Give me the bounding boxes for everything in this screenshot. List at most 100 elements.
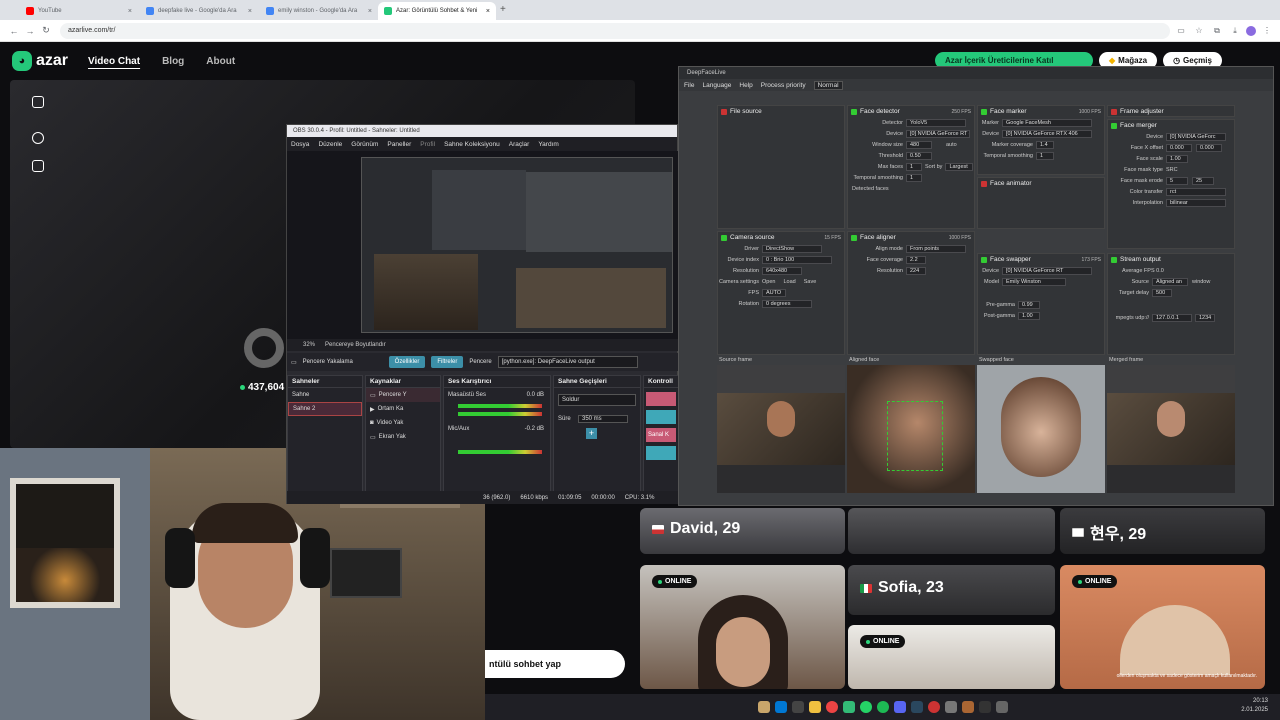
source-item[interactable]: ▭ Ekran Yak (366, 430, 440, 444)
address-input[interactable]: 127.0.0.1 (1152, 313, 1192, 322)
obs-icon[interactable] (927, 701, 940, 713)
face-scale-input[interactable]: 1.00 (1166, 154, 1188, 163)
fullscreen-icon[interactable] (32, 96, 44, 108)
menu-file[interactable]: Dosya (291, 141, 309, 148)
app-icon[interactable] (995, 701, 1008, 713)
load-button[interactable]: Load (783, 279, 795, 285)
profile-avatar[interactable] (1246, 25, 1256, 36)
threshold-input[interactable]: 0.50 (906, 151, 932, 160)
menu-docks[interactable]: Paneller (387, 141, 411, 148)
cast-icon[interactable]: ▭ (1174, 26, 1188, 35)
close-icon[interactable]: × (248, 8, 252, 15)
nav-about[interactable]: About (206, 56, 235, 67)
toggle-icon[interactable] (1111, 122, 1117, 129)
source-select[interactable]: Aligned an (1152, 277, 1188, 286)
coverage-input[interactable]: 1.4 (1036, 140, 1054, 149)
smoothing-input[interactable]: 1 (1036, 151, 1054, 160)
tab-azar[interactable]: Azar: Görüntülü Sohbet & Yeni × (378, 2, 496, 20)
toggle-icon[interactable] (1111, 256, 1117, 263)
source-item[interactable]: ▶ Ortam Ka (366, 402, 440, 416)
start-streaming-button[interactable] (646, 392, 676, 406)
toggle-icon[interactable] (981, 180, 987, 187)
menu-scene-collection[interactable]: Sahne Koleksiyonu (444, 141, 500, 148)
menu-process-priority[interactable]: Process priority (761, 82, 806, 89)
clock-time[interactable]: 20:13 (1190, 697, 1268, 706)
fps-input[interactable]: AUTO (762, 288, 786, 297)
mask-blur-input[interactable]: 25 (1192, 176, 1214, 185)
toggle-icon[interactable] (1111, 108, 1117, 115)
properties-button[interactable]: Özellikler (388, 356, 426, 368)
smoothing-input[interactable]: 1 (906, 173, 922, 182)
sort-by-select[interactable]: Largest (945, 162, 974, 171)
filters-button[interactable]: Filtreler (431, 356, 464, 368)
start-recording-button[interactable] (646, 410, 676, 424)
weather-icon[interactable] (757, 701, 770, 713)
resolution-select[interactable]: 640x480 (762, 266, 802, 275)
device-select[interactable]: [0] NVIDIA GeForce RTX 406 (1002, 129, 1092, 138)
window-select[interactable]: [python.exe]: DeepFaceLive output (497, 356, 638, 368)
search-icon[interactable] (791, 701, 804, 713)
priority-select[interactable]: Normal (813, 80, 843, 90)
device-index-select[interactable]: 0 : Brio 100 (762, 255, 832, 264)
driver-select[interactable]: DirectShow (762, 244, 822, 253)
folder-icon[interactable] (808, 701, 821, 713)
new-tab-button[interactable]: + (500, 4, 506, 15)
device-select[interactable]: [0] NVIDIA GeForce RT (1002, 266, 1092, 275)
app-icon[interactable] (944, 701, 957, 713)
profile-card-online-2[interactable]: ONLINE (848, 625, 1055, 689)
port-input[interactable]: 1234 (1195, 313, 1215, 322)
spotify-icon[interactable] (876, 701, 889, 713)
effects-icon[interactable] (32, 132, 44, 144)
pregamma-input[interactable]: 0.99 (1018, 300, 1040, 309)
reload-icon[interactable]: ↻ (38, 25, 54, 36)
transition-select[interactable]: Soldur (558, 394, 636, 406)
toggle-icon[interactable] (981, 256, 987, 263)
device-select[interactable]: [0] NVIDIA GeForce RT 40 (906, 129, 970, 138)
profile-card-blank[interactable] (848, 508, 1055, 554)
extensions-icon[interactable]: ⧉ (1210, 26, 1224, 36)
forward-icon[interactable]: → (22, 26, 38, 36)
device-select[interactable]: [0] NVIDIA GeForc (1166, 132, 1226, 141)
discord-icon[interactable] (893, 701, 906, 713)
url-input[interactable]: azarlive.com/tr/ (60, 22, 1170, 39)
resolution-input[interactable]: 224 (906, 266, 926, 275)
toggle-icon[interactable] (721, 234, 727, 241)
menu-icon[interactable]: ⋮ (1260, 26, 1274, 35)
nav-blog[interactable]: Blog (162, 56, 184, 67)
coverage-input[interactable]: 2.2 (906, 255, 926, 264)
toggle-icon[interactable] (981, 108, 987, 115)
toggle-icon[interactable] (851, 108, 857, 115)
profile-card-david[interactable]: David, 29 (640, 508, 845, 554)
source-item[interactable]: ▭ Pencere Y (366, 388, 440, 402)
rotation-select[interactable]: 0 degrees (762, 299, 812, 308)
model-select[interactable]: Emily Winston (1002, 277, 1066, 286)
menu-edit[interactable]: Düzenle (318, 141, 342, 148)
profile-card-hyunwoo[interactable]: 현우, 29 (1060, 508, 1265, 554)
x-offset-input[interactable]: 0.000 (1166, 143, 1192, 152)
start-icon[interactable] (774, 701, 787, 713)
window-size-input[interactable]: 480 (906, 140, 932, 149)
source-item[interactable]: ◙ Video Yak (366, 416, 440, 430)
nav-video-chat[interactable]: Video Chat (88, 56, 140, 67)
duration-input[interactable]: 350 ms (578, 415, 628, 423)
filter-icon[interactable] (32, 160, 44, 172)
chrome-icon[interactable] (825, 701, 838, 713)
download-icon[interactable]: ⤓ (1228, 26, 1242, 36)
interpolation-select[interactable]: bilinear (1166, 198, 1226, 207)
terminal-icon[interactable] (978, 701, 991, 713)
open-button[interactable]: Open (762, 279, 775, 285)
back-icon[interactable]: ← (6, 26, 22, 36)
star-icon[interactable]: ☆ (1192, 26, 1206, 35)
tab-deepfake-search[interactable]: deepfake live - Google'da Ara × (140, 2, 258, 20)
start-video-chat-button[interactable]: ntülü sohbet yap (485, 650, 625, 678)
y-offset-input[interactable]: 0.000 (1196, 143, 1222, 152)
menu-help[interactable]: Yardım (538, 141, 558, 148)
max-faces-input[interactable]: 1 (906, 162, 922, 171)
save-button[interactable]: Save (804, 279, 817, 285)
color-transfer-select[interactable]: rct (1166, 187, 1226, 196)
menu-file[interactable]: File (684, 82, 694, 89)
obs-preview[interactable] (287, 151, 679, 339)
postgamma-input[interactable]: 1.00 (1018, 311, 1040, 320)
menu-view[interactable]: Görünüm (351, 141, 378, 148)
scene-item[interactable]: Sahne 2 (288, 402, 362, 416)
